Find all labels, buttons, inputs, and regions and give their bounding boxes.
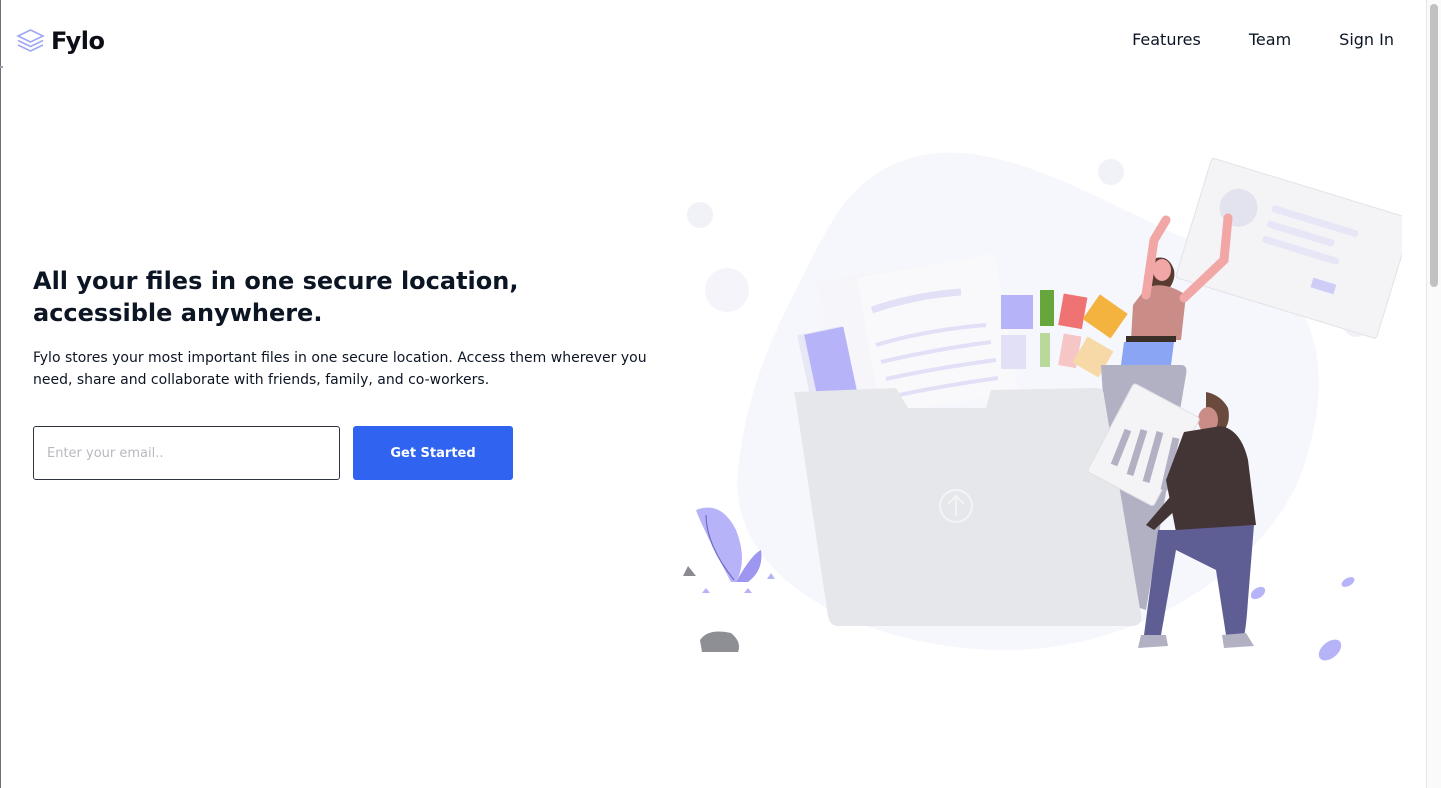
nav-link-features[interactable]: Features [1132, 30, 1201, 49]
get-started-button[interactable]: Get Started [353, 426, 513, 480]
main-nav: Features Team Sign In [1132, 30, 1394, 49]
hero-section: All your files in one secure location, a… [33, 265, 673, 391]
decor-circle [1098, 159, 1124, 185]
vertical-scrollbar[interactable] [1426, 0, 1441, 788]
site-header: Fylo Features Team Sign In [0, 0, 1425, 84]
hero-illustration [683, 152, 1402, 661]
leaf-decoration [1250, 577, 1355, 661]
rock [700, 631, 740, 652]
stacked-layers-icon [16, 29, 45, 52]
nav-link-sign-in[interactable]: Sign In [1339, 30, 1394, 49]
decor-circle [705, 268, 749, 312]
email-input[interactable] [33, 426, 340, 480]
nav-link-team[interactable]: Team [1249, 30, 1291, 49]
hero-title: All your files in one secure location, a… [33, 267, 519, 327]
scrollbar-thumb[interactable] [1430, 4, 1438, 287]
decor-circle [687, 202, 713, 228]
logo-text: Fylo [51, 27, 105, 55]
logo[interactable]: Fylo [16, 26, 105, 56]
signup-form: Get Started [33, 426, 513, 480]
hero-description: Fylo stores your most important files in… [33, 350, 647, 388]
window-left-edge [0, 0, 1, 788]
